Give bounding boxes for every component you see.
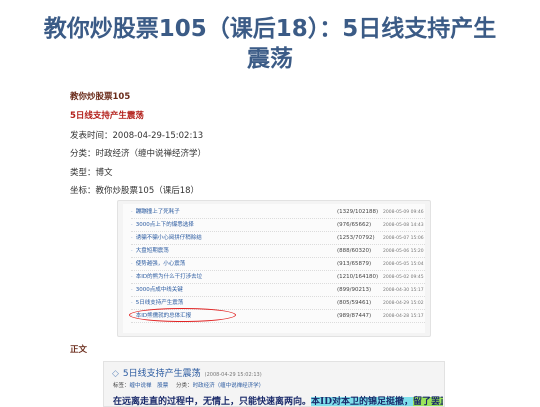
- bullet-icon: ·: [131, 209, 133, 215]
- article-tags: 标签：缠中说禅 股票 分类：时政经济（缠中说禅经济学）: [113, 383, 265, 389]
- category: 分类：时政经济（缠中说禅经济学）: [70, 149, 207, 159]
- bullet-icon: ·: [131, 222, 133, 228]
- list-item[interactable]: · 大盘短期震荡 (888/60320) 2008-05-06 15:20: [131, 246, 425, 258]
- article-title[interactable]: 5日线支持产生震荡: [123, 369, 201, 379]
- bullet-icon: ·: [131, 287, 133, 293]
- list-item[interactable]: · 3000点成中线关键 (899/90213) 2008-04-30 15:17: [131, 285, 425, 297]
- article-screenshot: ◇ 5日线支持产生震荡 (2008-04-29 15:02:13) 标签：缠中说禅 …: [103, 361, 445, 407]
- stock-link[interactable]: 股票: [157, 383, 168, 389]
- coordinate: 坐标：教你炒股票105（课后18）: [70, 186, 200, 196]
- bullet-icon: ·: [131, 274, 133, 280]
- bullet-icon: ◇: [112, 369, 119, 379]
- bullet-icon: ·: [131, 261, 133, 267]
- article-header: ◇ 5日线支持产生震荡 (2008-04-29 15:02:13): [112, 366, 262, 379]
- post-type: 类型：博文: [70, 168, 113, 178]
- list-item[interactable]: · 使势越强，小心震荡 (913/65879) 2008-05-05 15:04: [131, 259, 425, 271]
- list-item[interactable]: · 3000点上下的爆悉选择 (976/65662) 2008-05-08 14:43: [131, 220, 425, 232]
- list-item[interactable]: · 本ID的熊为什么干打涉去垃 (1210/164180) 2008-05-02 09…: [131, 272, 425, 284]
- list-item[interactable]: · 诱骗不骗小心阅拼仔稍赊结 (1253/70792) 2008-05-07 15:0…: [131, 233, 425, 245]
- publish-time: 发表时间：2008-04-29-15:02:13: [70, 131, 204, 141]
- bullet-icon: ·: [131, 300, 133, 306]
- bullet-icon: ·: [131, 248, 133, 254]
- article-date: (2008-04-29 15:02:13): [204, 372, 262, 378]
- category-link[interactable]: 时政经济（缠中说禅经济学）: [193, 383, 265, 389]
- list-item[interactable]: · 蹦蹦撞上了死耗子 (1329/102188) 2008-05-09 09:46: [131, 207, 425, 219]
- list-panel: · 蹦蹦撞上了死耗子 (1329/102188) 2008-05-09 09:46 ·…: [123, 204, 425, 333]
- bullet-icon: ·: [131, 235, 133, 241]
- section-label: 正文: [70, 345, 88, 355]
- list-screenshot: · 蹦蹦撞上了死耗子 (1329/102188) 2008-05-09 09:46 ·…: [117, 200, 431, 337]
- highlight-circle: [129, 308, 236, 322]
- page-title: 教你炒股票105（课后18）：5日线支持产生震荡: [43, 16, 497, 72]
- series-label: 教你炒股票105: [70, 92, 131, 102]
- tag-link[interactable]: 缠中说禅: [130, 383, 152, 389]
- sub-title: 5日线支持产生震荡: [70, 111, 144, 121]
- article-body: 在远离走直的过程中，无情上，只能快速离两向。本ID对本卫的锦足挺撤，留了罢正向: [113, 394, 443, 406]
